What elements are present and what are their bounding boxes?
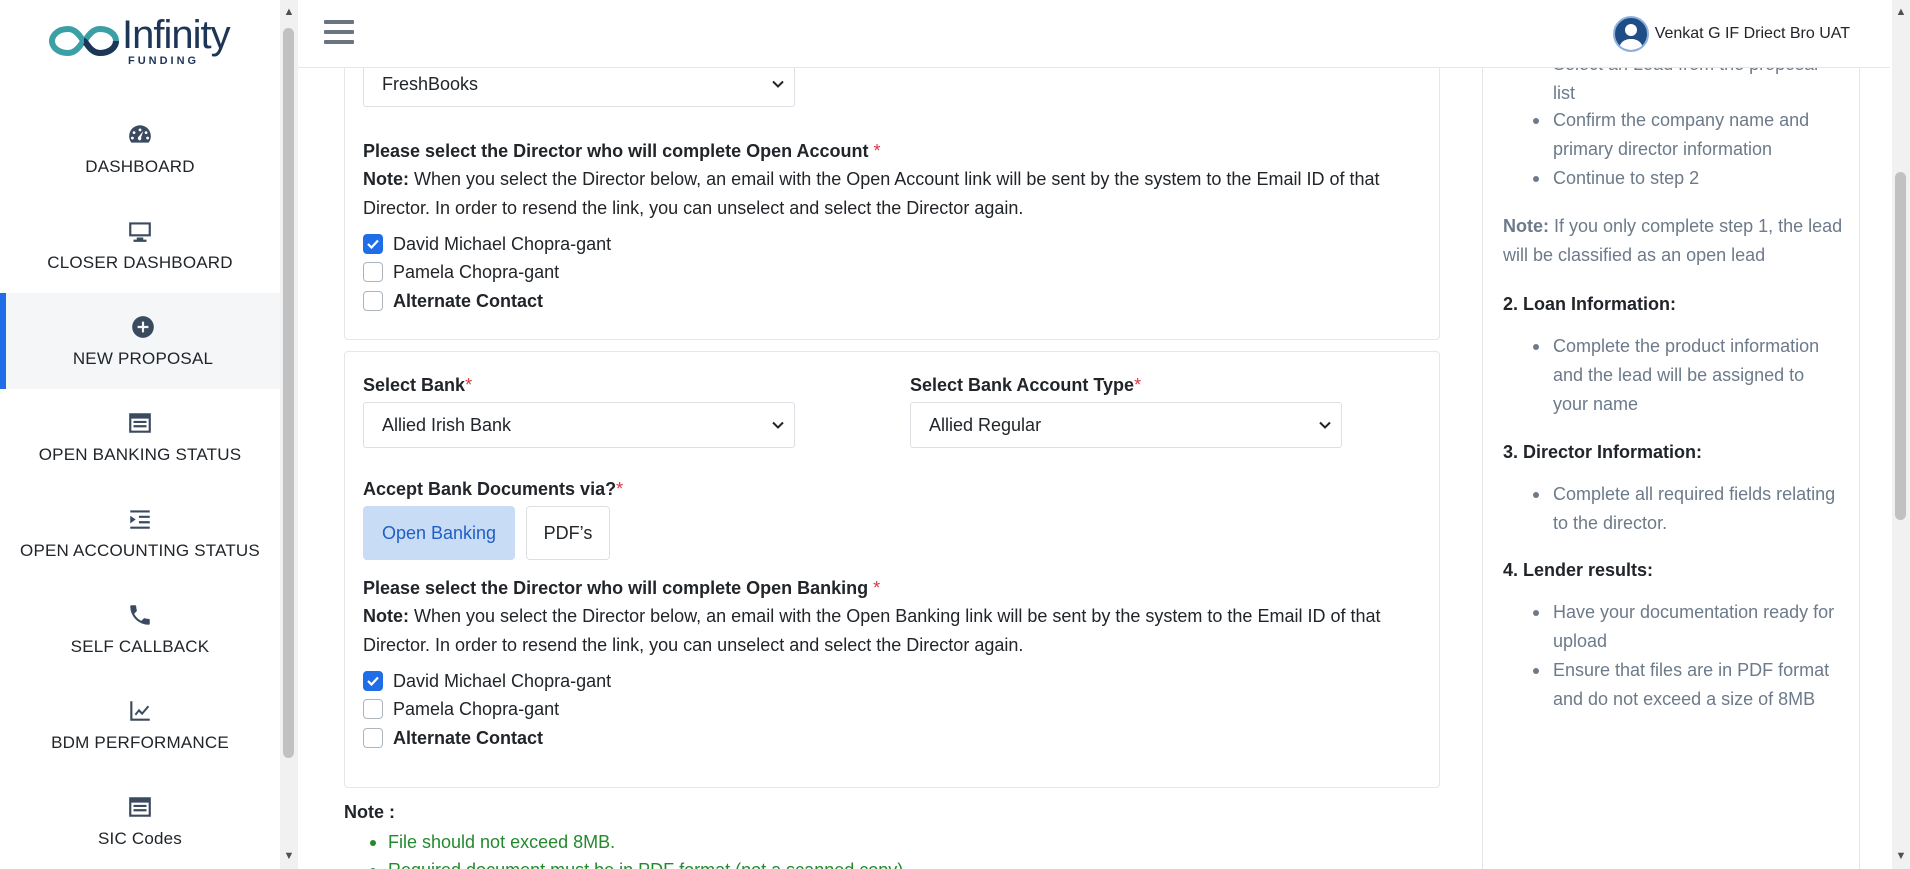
checkbox[interactable] (363, 699, 383, 719)
guide-step2-item: Complete the product information and the… (1533, 332, 1843, 419)
sidebar-item-label: NEW PROPOSAL (72, 349, 214, 368)
infinity-logo-icon (48, 25, 120, 57)
bank-account-type-select[interactable]: Allied Regular (910, 402, 1342, 448)
sidebar-item-sic-codes[interactable]: SIC Codes (0, 773, 280, 869)
app-window: Infinity FUNDING DASHBOARD CLOSER DASHBO… (0, 0, 1910, 869)
open-account-director-label: Please select the Director who will comp… (363, 141, 881, 161)
sidebar-item-label: DASHBOARD (85, 157, 195, 176)
select-bank-label: Select Bank* (363, 375, 473, 395)
sidebar-item-label: SIC Codes (97, 829, 182, 848)
bank-select[interactable]: Allied Irish Bank (363, 402, 795, 448)
guide-step3-heading: 3. Director Information: (1503, 442, 1703, 462)
user-menu[interactable]: Venkat G IF Driect Bro UAT (1612, 16, 1850, 52)
guide-panel: Select an Lead from the proposal list Co… (1482, 68, 1860, 869)
accounting-software-select[interactable]: FreshBooks (363, 68, 795, 107)
sidebar-scrollbar-thumb[interactable] (283, 28, 294, 758)
guide-step4-heading: 4. Lender results: (1503, 560, 1654, 580)
open-banking-director-1[interactable]: David Michael Chopra-gant (363, 669, 611, 693)
open-banking-director-label: Please select the Director who will comp… (363, 578, 881, 598)
open-banking-director-2[interactable]: Pamela Chopra-gant (363, 697, 559, 721)
accounting-software-value: FreshBooks (382, 74, 479, 94)
bank-select-value: Allied Irish Bank (382, 415, 512, 435)
logo-name: Infinity (122, 13, 231, 57)
checkbox-checked[interactable] (363, 671, 383, 691)
guide-step1-item: Select an Lead from the proposal list (1553, 68, 1843, 108)
chevron-down-icon (1319, 421, 1331, 429)
open-banking-note: Note: When you select the Director below… (363, 606, 1381, 655)
open-account-director-2[interactable]: Pamela Chopra-gant (363, 260, 559, 284)
guide-step3-item: Complete all required fields relating to… (1533, 480, 1843, 538)
guide-step4-item: Have your documentation ready for upload (1533, 598, 1843, 656)
open-account-note: Note: When you select the Director below… (363, 169, 1380, 218)
sidebar-item-open-accounting-status[interactable]: OPEN ACCOUNTING STATUS (0, 485, 280, 581)
avatar (1612, 16, 1649, 52)
upload-note-item: File should not exceed 8MB. (370, 832, 615, 853)
logo[interactable]: Infinity FUNDING (48, 12, 238, 70)
open-account-alternate-contact[interactable]: Alternate Contact (363, 289, 543, 313)
guide-note: Note: If you only complete step 1, the l… (1503, 216, 1843, 265)
open-banking-card: Select Bank* Allied Irish Bank Select Ba… (344, 351, 1440, 788)
guide-step1-item: Confirm the company name and primary dir… (1533, 106, 1843, 164)
hamburger-menu-icon[interactable] (324, 20, 354, 46)
sidebar-item-self-callback[interactable]: SELF CALLBACK (0, 581, 280, 677)
upload-note-item: Required document must be in PDF format … (370, 860, 908, 869)
checkmark-icon (367, 239, 379, 249)
sidebar-item-open-banking-status[interactable]: OPEN BANKING STATUS (0, 389, 280, 485)
guide-step1-item: Continue to step 2 (1533, 164, 1843, 193)
page-scrollbar[interactable]: ▲ ▼ (1892, 0, 1910, 869)
sidebar-item-dashboard[interactable]: DASHBOARD (0, 101, 280, 197)
trend-chart-icon (126, 697, 154, 725)
list-window-icon (126, 409, 154, 437)
phone-icon (126, 601, 154, 629)
checkbox[interactable] (363, 262, 383, 282)
plus-circle-icon (129, 313, 157, 341)
open-account-card: FreshBooks Please select the Director wh… (344, 68, 1440, 340)
list-window-icon (126, 793, 154, 821)
sidebar-item-label: CLOSER DASHBOARD (47, 253, 233, 272)
dashboard-icon (126, 121, 154, 149)
upload-note-title: Note : (344, 802, 395, 822)
bank-account-type-value: Allied Regular (929, 415, 1042, 435)
top-bar: Venkat G IF Driect Bro UAT (298, 0, 1890, 68)
open-account-director-1[interactable]: David Michael Chopra-gant (363, 232, 611, 256)
chevron-down-icon (772, 80, 784, 88)
pdfs-option-button[interactable]: PDF’s (526, 506, 610, 560)
user-name: Venkat G IF Driect Bro UAT (1654, 25, 1850, 42)
user-avatar-icon (1618, 24, 1643, 50)
open-banking-alternate-contact[interactable]: Alternate Contact (363, 726, 543, 750)
checkbox[interactable] (363, 291, 383, 311)
scroll-up-arrow-icon[interactable]: ▲ (283, 6, 295, 18)
monitor-icon (126, 217, 154, 245)
checkbox-checked[interactable] (363, 234, 383, 254)
guide-step2-heading: 2. Loan Information: (1503, 294, 1676, 314)
bank-account-type-label: Select Bank Account Type* (910, 375, 1142, 395)
sidebar-item-closer-dashboard[interactable]: CLOSER DASHBOARD (0, 197, 280, 293)
scroll-up-arrow-icon[interactable]: ▲ (1895, 6, 1907, 18)
page-scrollbar-thumb[interactable] (1895, 172, 1906, 520)
sidebar-item-label: BDM PERFORMANCE (51, 733, 229, 752)
proposal-form: FreshBooks Please select the Director wh… (298, 68, 1464, 869)
sidebar: Infinity FUNDING DASHBOARD CLOSER DASHBO… (0, 0, 280, 869)
sidebar-item-label: OPEN BANKING STATUS (38, 445, 242, 464)
sidebar-scrollbar[interactable]: ▲ ▼ (280, 0, 298, 869)
indent-list-icon (126, 505, 154, 533)
sidebar-item-label: OPEN ACCOUNTING STATUS (20, 541, 260, 560)
sidebar-item-new-proposal[interactable]: NEW PROPOSAL (0, 293, 280, 389)
scroll-down-arrow-icon[interactable]: ▼ (1895, 850, 1907, 862)
sidebar-item-label: SELF CALLBACK (70, 637, 210, 656)
chevron-down-icon (772, 421, 784, 429)
scroll-down-arrow-icon[interactable]: ▼ (283, 850, 295, 862)
guide-step4-item: Ensure that files are in PDF format and … (1533, 656, 1843, 714)
checkmark-icon (367, 676, 379, 686)
accept-bank-documents-label: Accept Bank Documents via?* (363, 479, 624, 499)
open-banking-option-button[interactable]: Open Banking (363, 506, 515, 560)
checkbox[interactable] (363, 728, 383, 748)
sidebar-item-bdm-performance[interactable]: BDM PERFORMANCE (0, 677, 280, 773)
